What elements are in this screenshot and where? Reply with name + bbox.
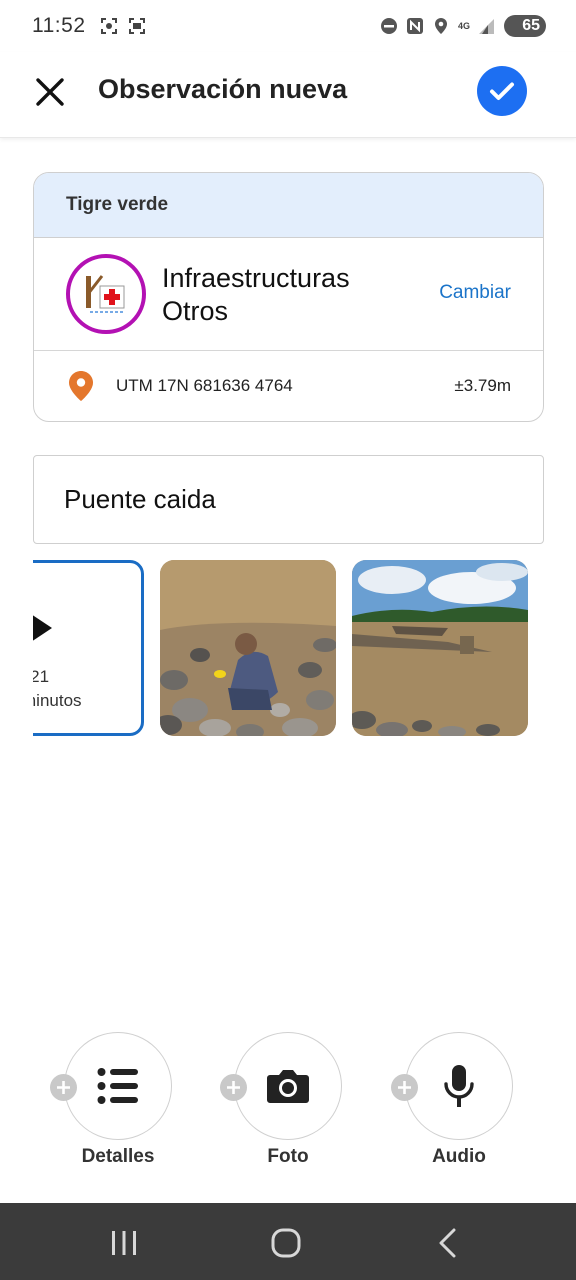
- location-accuracy: ±3.79m: [454, 376, 511, 395]
- category-name-line1: Infraestructuras: [162, 263, 350, 293]
- plus-icon: [50, 1074, 77, 1101]
- category-name-line2: Otros: [162, 296, 229, 326]
- photo-thumbnail: [160, 560, 336, 736]
- system-nav-bar: [0, 1203, 576, 1280]
- location-status-icon: [432, 17, 450, 35]
- screen-record-icon: [128, 17, 146, 35]
- notes-field[interactable]: Puente caida: [33, 455, 544, 544]
- save-button[interactable]: [477, 66, 527, 116]
- photo-attachment[interactable]: [160, 560, 336, 736]
- add-photo-action[interactable]: Foto: [220, 1032, 344, 1172]
- home-button[interactable]: [264, 1221, 308, 1265]
- app-bar: Observación nueva: [0, 52, 576, 138]
- camera-icon: [267, 1070, 309, 1103]
- audio-label: Audio: [432, 1146, 486, 1167]
- status-time: 11:52: [32, 14, 86, 37]
- change-category-link[interactable]: Cambiar: [439, 282, 511, 304]
- location-pin-icon: [69, 371, 93, 401]
- page-title: Observación nueva: [98, 74, 348, 104]
- battery-level: 65: [522, 17, 540, 34]
- plus-icon: [391, 1074, 418, 1101]
- details-label: Detalles: [81, 1146, 155, 1167]
- photo-attachment[interactable]: [352, 560, 528, 736]
- add-audio-action[interactable]: Audio: [391, 1032, 515, 1172]
- location-coordinates: UTM 17N 681636 4764: [116, 376, 293, 395]
- signal-icon: [478, 17, 496, 35]
- audio-attachment[interactable]: 0:21 minutos: [33, 560, 144, 736]
- observation-card: Tigre verde Infraestructuras Otros Cambi…: [33, 172, 544, 422]
- close-button[interactable]: [30, 72, 70, 112]
- check-icon: [490, 82, 514, 100]
- close-icon: [36, 78, 64, 106]
- add-details-action[interactable]: Detalles: [50, 1032, 174, 1172]
- status-bar: 11:52 4G 65: [0, 0, 576, 52]
- infrastructure-icon: [66, 254, 146, 334]
- audio-time: 0:21: [33, 667, 50, 686]
- battery-indicator: 65: [504, 15, 546, 37]
- play-icon: [33, 615, 52, 641]
- home-icon: [271, 1228, 301, 1258]
- back-button[interactable]: [426, 1221, 470, 1265]
- photo-label: Foto: [267, 1146, 309, 1167]
- do-not-disturb-icon: [380, 17, 398, 35]
- list-icon: [97, 1068, 138, 1104]
- network-type-label: 4G: [457, 20, 470, 31]
- location-row: UTM 17N 681636 4764 ±3.79m: [34, 351, 543, 421]
- category-name: Infraestructuras Otros: [162, 262, 350, 328]
- status-right-icons: 4G 65: [380, 15, 546, 37]
- recent-apps-button[interactable]: [102, 1221, 146, 1265]
- plus-icon: [220, 1074, 247, 1101]
- nfc-icon: [406, 17, 424, 35]
- category-row: Infraestructuras Otros Cambiar: [34, 238, 543, 351]
- audio-duration: minutos: [33, 691, 82, 710]
- details-button[interactable]: [64, 1032, 172, 1140]
- photo-button[interactable]: [234, 1032, 342, 1140]
- audio-button[interactable]: [405, 1032, 513, 1140]
- recent-apps-icon: [112, 1231, 136, 1255]
- screenshot-icon: [100, 17, 118, 35]
- back-icon: [439, 1228, 456, 1258]
- microphone-icon: [444, 1065, 474, 1107]
- photo-thumbnail: [352, 560, 528, 736]
- status-left-icons: [100, 17, 146, 35]
- project-name: Tigre verde: [34, 173, 543, 238]
- media-strip[interactable]: 0:21 minutos: [33, 560, 544, 736]
